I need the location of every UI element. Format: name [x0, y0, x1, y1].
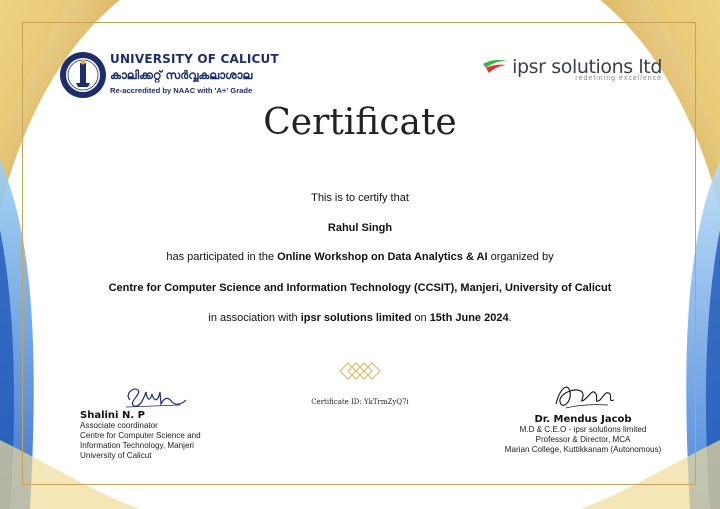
signatory-left-org-3: University of Calicut [80, 451, 152, 460]
recipient-name: Rahul Singh [327, 222, 393, 234]
ipsr-swoosh-icon [482, 60, 507, 73]
organizer-line: Centre for Computer Science and Informat… [108, 282, 612, 294]
signatory-left-role: Associate coordinator [80, 421, 158, 430]
event-name: Online Workshop on Data Analytics & AI [277, 251, 488, 263]
signature-right [555, 386, 615, 409]
signatory-right-role-2: Professor & Director, MCA [535, 435, 631, 444]
signatory-right-name: Dr. Mendus Jacob [534, 414, 632, 425]
signatory-left-name: Shalini N. P [80, 410, 145, 421]
signatory-left-org-2: Information Technology, Manjeri [80, 441, 194, 450]
signatory-right-org: Marian College, Kuttikkanam (Autonomous) [504, 445, 662, 454]
association-end: . [508, 312, 512, 324]
university-header: UNIVERSITY OF CALICUT കാലിക്കറ്റ് സർവ്വക… [110, 52, 279, 95]
university-accreditation: Re-accredited by NAAC with 'A+' Grade [110, 86, 253, 95]
university-name-malayalam: കാലിക്കറ്റ് സർവ്വകലാശാല [110, 68, 253, 82]
association-mid: on [411, 312, 430, 324]
participation-line: has participated in the Online Workshop … [0, 251, 720, 263]
participation-suffix: organized by [487, 251, 554, 263]
partner-logo: ipsr solutions ltd redefining excellence [482, 56, 662, 82]
association-prefix: in association with [208, 312, 301, 324]
signature-left [125, 388, 187, 408]
signatory-left-org: Centre for Computer Science and [80, 431, 201, 440]
diamond-ornament-icon [339, 362, 381, 380]
certificate-id-label: Certificate ID: [311, 398, 362, 406]
signatory-left: Shalini N. P Associate coordinator Centr… [80, 380, 230, 461]
event-date: 15th June 2024 [429, 312, 509, 324]
association-partner: ipsr solutions limited [300, 312, 412, 324]
certificate-title: Certificate [263, 102, 457, 143]
signatory-right-role: M.D & C.E.O - ipsr solutions limited [519, 425, 647, 434]
signatory-right: Dr. Mendus Jacob M.D & C.E.O - ipsr solu… [486, 378, 680, 455]
certify-line: This is to certify that [311, 192, 409, 204]
university-name: UNIVERSITY OF CALICUT [110, 52, 279, 66]
university-seal-logo [60, 52, 106, 98]
association-line: in association with ipsr solutions limit… [0, 312, 720, 324]
participation-prefix: has participated in the [166, 251, 278, 263]
certificate-page: UNIVERSITY OF CALICUT കാലിക്കറ്റ് സർവ്വക… [0, 0, 720, 509]
certificate-id-value: YkTrmZyQ7i [364, 398, 409, 406]
